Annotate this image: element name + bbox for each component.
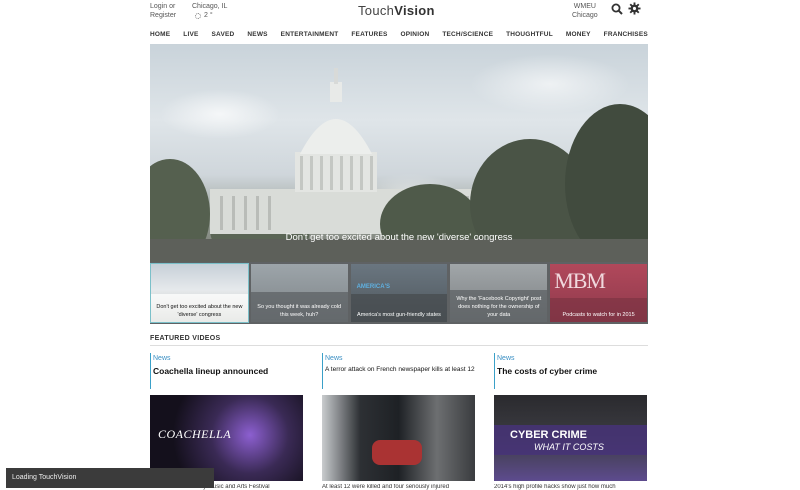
temperature-label: 2 °: [204, 12, 213, 19]
card-category[interactable]: News: [497, 355, 515, 362]
capitol-building-image: [150, 68, 648, 262]
loading-status-bar: Loading TouchVision: [6, 468, 214, 488]
register-link[interactable]: Register: [150, 11, 176, 20]
search-icon[interactable]: [611, 3, 623, 15]
station-call-sign: WMEU: [573, 3, 596, 10]
card-video-thumbnail[interactable]: CYBER CRIME WHAT IT COSTS: [494, 395, 647, 481]
carousel-thumb-4[interactable]: Why the 'Facebook Copyright' post does n…: [450, 264, 548, 322]
nav-item-thoughtful[interactable]: THOUGHTFUL: [506, 31, 553, 43]
carousel-thumbnails: Don't get too excited about the new 'div…: [150, 262, 648, 324]
card-category[interactable]: News: [153, 355, 171, 362]
nav-item-franchises[interactable]: FRANCHISES: [604, 31, 648, 43]
card-overlay-title: CYBER CRIME: [510, 429, 588, 441]
carousel-thumb-1[interactable]: Don't get too excited about the new 'div…: [150, 263, 249, 323]
logo-touch: Touch: [358, 3, 395, 18]
card-title[interactable]: Coachella lineup announced: [153, 366, 303, 376]
location-label: Chicago, IL: [192, 3, 228, 10]
site-header: Login or Register Chicago, IL 2 ° TouchV…: [150, 0, 648, 28]
nav-item-tech-science[interactable]: TECH/SCIENCE: [442, 31, 493, 43]
station-selector[interactable]: WMEU Chicago: [572, 2, 598, 20]
login-register-link[interactable]: Login or Register: [150, 2, 176, 20]
card-title[interactable]: The costs of cyber crime: [497, 366, 647, 376]
nav-item-saved[interactable]: SAVED: [212, 31, 235, 43]
weather-widget[interactable]: Chicago, IL 2 °: [192, 2, 227, 20]
nav-item-entertainment[interactable]: ENTERTAINMENT: [281, 31, 339, 43]
card-accent-bar: [322, 353, 323, 389]
hero-carousel[interactable]: Don't get too excited about the new 'div…: [150, 44, 648, 262]
main-nav: HOME LIVE SAVED NEWS ENTERTAINMENT FEATU…: [150, 31, 648, 43]
stretcher-figure: [372, 440, 422, 465]
station-city: Chicago: [572, 12, 598, 19]
card-video-thumbnail[interactable]: [322, 395, 475, 481]
featured-videos-heading: FEATURED VIDEOS: [150, 335, 221, 342]
featured-divider: [150, 345, 648, 346]
card-overlay-subtitle: WHAT IT COSTS: [534, 442, 604, 452]
nav-item-news[interactable]: NEWS: [247, 31, 267, 43]
gear-icon[interactable]: [628, 2, 641, 15]
card-summary: 2014's high profile hacks show just how …: [494, 484, 616, 490]
site-logo[interactable]: TouchVision: [358, 3, 435, 18]
thumb-caption: Don't get too excited about the new 'div…: [156, 304, 243, 318]
thumb-caption: Podcasts to watch for in 2015: [562, 312, 635, 318]
nav-item-live[interactable]: LIVE: [183, 31, 198, 43]
thumb-caption: Why the 'Facebook Copyright' post does n…: [456, 296, 542, 318]
carousel-thumb-5[interactable]: MBM Podcasts to watch for in 2015: [550, 264, 647, 322]
carousel-thumb-3[interactable]: AMERICA'S America's most gun-friendly st…: [350, 264, 448, 322]
sun-icon: [195, 12, 201, 19]
card-accent-bar: [494, 353, 495, 389]
temperature-row: 2 °: [192, 11, 227, 20]
carousel-thumb-2[interactable]: So you thought it was already cold this …: [250, 264, 348, 322]
nav-item-home[interactable]: HOME: [150, 31, 170, 43]
nav-item-money[interactable]: MONEY: [566, 31, 591, 43]
thumb-caption: So you thought it was already cold this …: [257, 304, 342, 318]
thumb-overlay-text: AMERICA'S: [356, 284, 391, 290]
card-overlay-text: COACHELLA: [158, 427, 232, 441]
card-title[interactable]: A terror attack on French newspaper kill…: [325, 366, 475, 374]
logo-vision: Vision: [394, 3, 435, 18]
hero-headline[interactable]: Don't get too excited about the new 'div…: [150, 232, 648, 243]
card-summary: At least 12 were killed and four serious…: [322, 484, 450, 490]
login-link[interactable]: Login or: [150, 2, 176, 11]
card-category[interactable]: News: [325, 355, 343, 362]
card-accent-bar: [150, 353, 151, 389]
nav-item-opinion[interactable]: OPINION: [401, 31, 430, 43]
thumb-caption: America's most gun-friendly states: [357, 312, 441, 318]
thumb-overlay-text: MBM: [554, 268, 606, 293]
nav-item-features[interactable]: FEATURES: [351, 31, 387, 43]
